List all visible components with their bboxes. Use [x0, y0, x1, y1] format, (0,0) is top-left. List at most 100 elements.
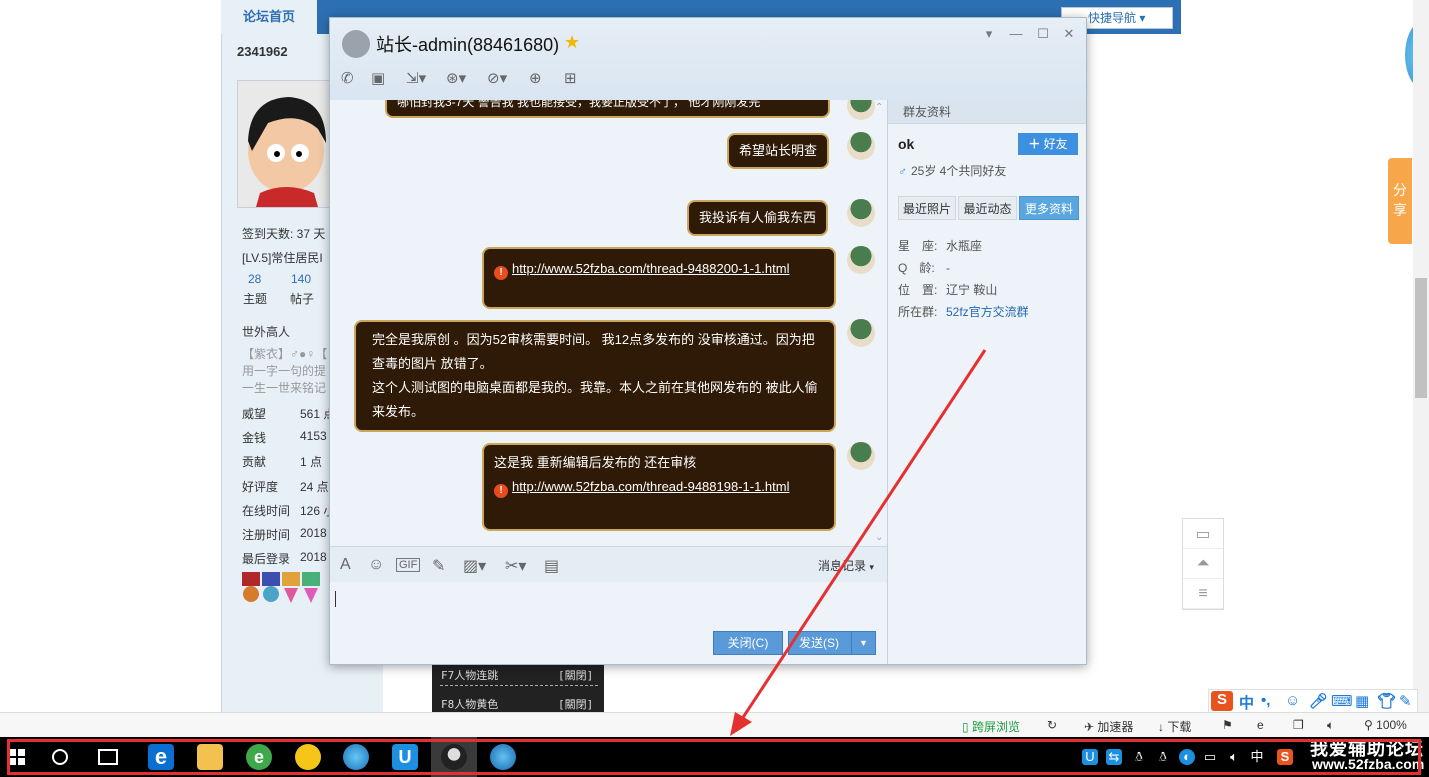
dropdown-icon[interactable]: ▾ [979, 24, 999, 44]
edge-icon[interactable]: e [148, 744, 174, 770]
flag-icon[interactable]: ⚑ [1222, 718, 1233, 732]
pen-icon[interactable]: ✎ [432, 556, 445, 576]
share-button[interactable]: 分享 [1388, 158, 1412, 244]
tray-app-icon[interactable]: ⇆ [1106, 749, 1122, 765]
tray-qq-icon[interactable]: 🐧︎ [1131, 749, 1147, 765]
scrollbar-thumb[interactable] [1415, 278, 1427, 398]
page-scrollbar[interactable] [1413, 0, 1429, 712]
nav-home-tab[interactable]: 论坛首页 [221, 0, 317, 34]
tray-browser-icon[interactable]: ◐ [1179, 749, 1195, 765]
hotkey-f7-state: [關閉] [558, 669, 594, 682]
font-icon[interactable]: A [340, 556, 351, 574]
globe-icon[interactable] [343, 744, 369, 770]
ie-icon[interactable]: e [1257, 718, 1264, 732]
scroll-up-icon[interactable]: ⌃ [875, 102, 883, 113]
refresh-icon[interactable]: ↻ [1047, 718, 1057, 732]
add-friend-button[interactable]: ＋ 好友 [1018, 133, 1078, 155]
add-contact-icon[interactable]: ⊕ [529, 69, 542, 89]
text-cursor [335, 591, 336, 607]
avatar[interactable] [847, 319, 875, 347]
app-icon[interactable]: ⊛▾ [446, 69, 466, 89]
screenshot-icon[interactable]: ✂▾ [505, 556, 526, 576]
punctuation-icon[interactable]: •, [1261, 692, 1270, 709]
chevron-down-icon[interactable]: ▼ [851, 632, 875, 654]
close-button[interactable]: 关闭(C) [713, 631, 783, 655]
comment-icon[interactable]: ▭ [1183, 519, 1223, 549]
volume-icon[interactable]: 🔈︎ [1226, 749, 1242, 765]
avatar[interactable] [237, 80, 332, 208]
image-icon[interactable]: ▨▾ [463, 556, 486, 576]
message-list[interactable]: 哪怕封我3-7天 警告我 我也能接受，我要正版受不了， 他才刚刚发完 希望站长明… [330, 100, 887, 546]
browser-statusbar: ▯ 跨屏浏览 ↻ ✈ 加速器 ↓ 下载 ⚑ e ❐ 🔈︎ ⚲ 100% [0, 712, 1429, 737]
message-link[interactable]: http://www.52fzba.com/thread-9488198-1-1… [512, 479, 789, 494]
tab-recent-activity[interactable]: 最近动态 [958, 196, 1017, 220]
message-link[interactable]: http://www.52fzba.com/thread-9488200-1-1… [512, 261, 789, 276]
qq-browser-icon[interactable] [490, 744, 516, 770]
avatar[interactable] [847, 246, 875, 274]
meta-value: 2018 [300, 550, 327, 564]
grid-icon[interactable]: ▦ [1355, 692, 1369, 710]
create-group-icon[interactable]: ⊞ [564, 69, 577, 89]
message-history-button[interactable]: 消息记录 ▾ [818, 557, 874, 574]
send-button[interactable]: 发送(S) ▼ [788, 631, 876, 655]
search-icon[interactable] [52, 749, 68, 765]
meta-value: 24 点 [300, 480, 329, 494]
ime-lang[interactable]: 中 [1239, 692, 1254, 713]
active-app-highlight[interactable] [431, 737, 477, 777]
contact-avatar[interactable] [342, 30, 370, 58]
network-icon[interactable]: ▭ [1202, 749, 1218, 765]
zoom-control[interactable]: ⚲ 100% [1364, 718, 1407, 732]
group-link[interactable]: 52fz官方交流群 [946, 305, 1029, 319]
back-to-top-icon[interactable]: ⏶ [1183, 549, 1223, 579]
volume-icon[interactable]: 🔈︎ [1327, 718, 1334, 733]
meta-online-time: 在线时间 126 小 [242, 502, 335, 519]
accelerator-button[interactable]: ✈ 加速器 [1084, 718, 1133, 735]
close-icon[interactable]: ✕ [1059, 24, 1079, 44]
minimize-icon[interactable]: — [1006, 24, 1026, 44]
task-view-icon[interactable] [98, 749, 118, 765]
info-key: 所在群: [898, 305, 938, 319]
avatar[interactable] [847, 199, 875, 227]
keyboard-icon[interactable]: ⌨ [1331, 692, 1353, 710]
video-icon[interactable]: ▣ [371, 69, 385, 89]
info-row-zodiac: 星 座: 水瓶座 [898, 237, 982, 254]
emoji-icon[interactable]: ☺ [368, 556, 384, 574]
message-text: 希望站长明查 [739, 143, 818, 158]
info-row-group: 所在群: 52fz官方交流群 [898, 303, 1029, 320]
u-app-icon[interactable]: U [392, 744, 418, 770]
tab-more-info[interactable]: 更多资料 [1019, 196, 1079, 220]
tray-app-icon[interactable]: U [1082, 749, 1098, 765]
list-icon[interactable]: ≡ [1183, 579, 1223, 609]
message-bubble: 哪怕封我3-7天 警告我 我也能接受，我要正版受不了， 他才刚刚发完 [385, 100, 830, 118]
scroll-down-icon[interactable]: ⌄ [875, 532, 883, 543]
browser-360-icon[interactable]: e [246, 744, 272, 770]
emoji-icon[interactable]: ☺ [1285, 692, 1300, 709]
avatar[interactable] [847, 100, 875, 120]
avatar[interactable] [847, 442, 875, 470]
sogou-icon[interactable]: S [1277, 749, 1293, 765]
tray-qq-icon[interactable]: 🐧︎ [1155, 749, 1171, 765]
gif-icon[interactable]: GIF [396, 558, 421, 572]
shake-icon[interactable]: ▤ [544, 556, 559, 576]
share-screen-icon[interactable]: ⇲▾ [406, 69, 426, 89]
avatar[interactable] [847, 132, 875, 160]
sogou-icon[interactable]: S [1211, 691, 1233, 711]
message-bubble: ! http://www.52fzba.com/thread-9488200-1-… [482, 247, 836, 309]
tray-ime-lang[interactable]: 中 [1249, 749, 1265, 765]
file-explorer-icon[interactable] [197, 744, 223, 770]
topics-count[interactable]: 28 [248, 272, 261, 286]
skin-icon[interactable]: 👕︎ [1377, 692, 1396, 710]
duck-icon[interactable] [295, 744, 321, 770]
maximize-icon[interactable]: ☐ [1033, 24, 1053, 44]
meta-label: 好评度 [242, 480, 279, 494]
window-icon[interactable]: ❐ [1293, 718, 1304, 732]
mic-icon[interactable]: 🎤︎ [1309, 692, 1328, 710]
windows-start-icon[interactable] [9, 749, 25, 765]
phone-icon[interactable]: ✆ [341, 69, 354, 89]
cross-screen-button[interactable]: ▯ 跨屏浏览 [962, 718, 1020, 735]
remote-assist-icon[interactable]: ⊘▾ [487, 69, 507, 89]
posts-count[interactable]: 140 [291, 272, 311, 286]
tab-recent-photos[interactable]: 最近照片 [898, 196, 956, 220]
download-button[interactable]: ↓ 下载 [1158, 718, 1191, 735]
wrench-icon[interactable]: ✎ [1399, 692, 1412, 710]
